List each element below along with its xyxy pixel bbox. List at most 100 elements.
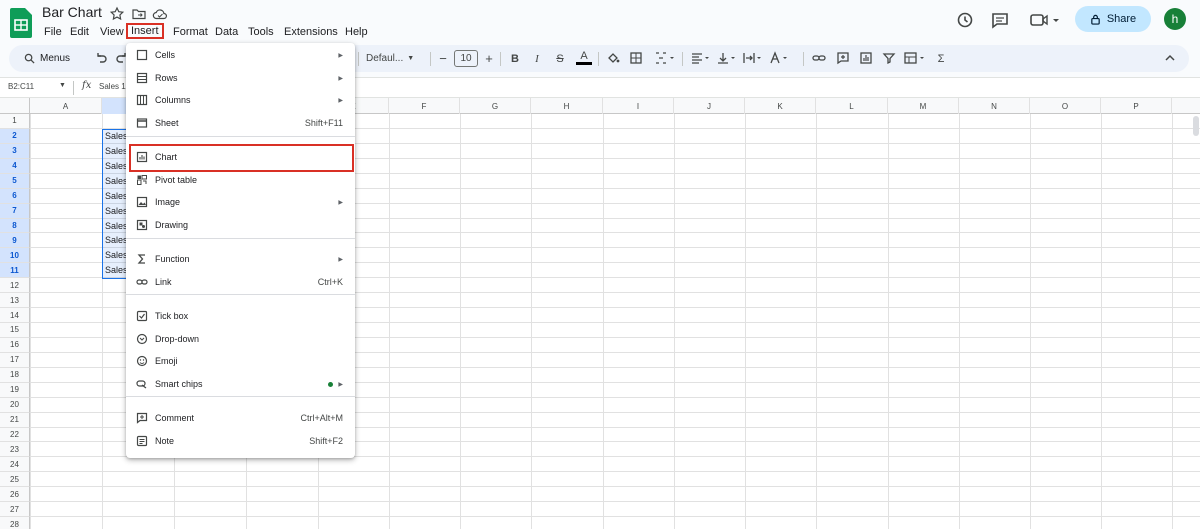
share-button[interactable]: Share [1075, 6, 1151, 32]
row-header-11[interactable]: 11 [0, 263, 30, 279]
column-header-f[interactable]: F [389, 98, 460, 114]
row-header-18[interactable]: 18 [0, 367, 30, 383]
row-header-4[interactable]: 4 [0, 158, 30, 174]
name-box-caret-icon[interactable]: ▼ [59, 82, 66, 89]
row-header-24[interactable]: 24 [0, 457, 30, 473]
column-header-n[interactable]: N [959, 98, 1030, 114]
row-header-15[interactable]: 15 [0, 323, 30, 338]
undo-icon[interactable] [93, 50, 109, 66]
menu-insert[interactable]: Insert [126, 23, 164, 39]
insert-menu-item-cells[interactable]: Cells ▶ [126, 44, 355, 66]
row-header-5[interactable]: 5 [0, 173, 30, 189]
cell-b4[interactable]: Sales [105, 161, 128, 171]
column-header-k[interactable]: K [745, 98, 816, 114]
text-color-icon[interactable]: A [576, 50, 592, 65]
insert-comment-icon[interactable] [835, 50, 851, 66]
insert-menu-item-note[interactable]: Note Shift+F2 [126, 430, 355, 452]
row-header-21[interactable]: 21 [0, 412, 30, 428]
vertical-align-icon[interactable] [715, 50, 737, 66]
row-header-17[interactable]: 17 [0, 352, 30, 368]
insert-menu-item-drawing[interactable]: Drawing [126, 214, 355, 236]
move-folder-icon[interactable] [131, 6, 147, 22]
merge-cells-icon[interactable] [653, 50, 675, 66]
borders-icon[interactable] [628, 50, 644, 66]
comments-icon[interactable] [989, 9, 1011, 31]
italic-icon[interactable]: I [530, 50, 544, 67]
cell-b2[interactable]: Sales [105, 131, 128, 141]
row-header-3[interactable]: 3 [0, 143, 30, 159]
cell-b8[interactable]: Sales [105, 221, 128, 231]
column-header-o[interactable]: O [1030, 98, 1101, 114]
column-header-l[interactable]: L [816, 98, 888, 114]
row-header-27[interactable]: 27 [0, 502, 30, 518]
version-history-icon[interactable] [954, 9, 976, 31]
column-header-i[interactable]: I [603, 98, 674, 114]
cell-b10[interactable]: Sales [105, 250, 128, 260]
cell-b6[interactable]: Sales [105, 191, 128, 201]
insert-link-icon[interactable] [811, 50, 827, 66]
cell-b5[interactable]: Sales [105, 176, 128, 186]
row-header-14[interactable]: 14 [0, 308, 30, 323]
sheets-logo-icon[interactable] [10, 8, 32, 38]
insert-menu-item-emoji[interactable]: Emoji [126, 350, 355, 372]
column-header-h[interactable]: H [531, 98, 603, 114]
column-header-a[interactable]: A [30, 98, 102, 114]
cell-b9[interactable]: Sales [105, 235, 128, 245]
column-header-j[interactable]: J [674, 98, 745, 114]
row-header-25[interactable]: 25 [0, 472, 30, 488]
insert-menu-item-rows[interactable]: Rows ▶ [126, 67, 355, 89]
insert-menu-item-tick-box[interactable]: Tick box [126, 305, 355, 327]
menu-format[interactable]: Format [171, 24, 210, 40]
row-header-22[interactable]: 22 [0, 427, 30, 443]
menu-view[interactable]: View [98, 24, 126, 40]
formula-input[interactable]: Sales 1 [99, 82, 126, 91]
insert-menu-item-drop-down[interactable]: Drop-down [126, 328, 355, 350]
row-header-2[interactable]: 2 [0, 128, 30, 144]
text-rotation-icon[interactable] [767, 50, 789, 66]
filter-icon[interactable] [881, 50, 897, 66]
insert-menu-item-link[interactable]: Link Ctrl+K [126, 271, 355, 293]
row-header-20[interactable]: 20 [0, 397, 30, 413]
column-header-m[interactable]: M [888, 98, 959, 114]
menu-extensions[interactable]: Extensions [282, 24, 340, 40]
horizontal-align-icon[interactable] [689, 50, 711, 66]
menu-file[interactable]: File [42, 24, 64, 40]
collapse-toolbar-chevron-icon[interactable] [1162, 50, 1178, 66]
row-header-12[interactable]: 12 [0, 278, 30, 294]
insert-menu-item-image[interactable]: Image ▶ [126, 191, 355, 213]
account-avatar[interactable]: h [1164, 8, 1186, 30]
insert-menu-item-smart-chips[interactable]: Smart chips ▶ [126, 373, 355, 395]
column-header-g[interactable]: G [460, 98, 531, 114]
insert-chart-icon[interactable] [858, 50, 874, 66]
cell-b11[interactable]: Sales [105, 265, 128, 275]
filter-views-icon[interactable] [903, 50, 927, 66]
menu-tools[interactable]: Tools [246, 24, 276, 40]
insert-menu-item-function[interactable]: Function ▶ [126, 248, 355, 270]
select-all-corner[interactable] [0, 98, 30, 114]
bold-icon[interactable]: B [508, 50, 522, 67]
functions-sigma-icon[interactable]: Σ [934, 50, 948, 67]
menus-search[interactable]: Menus [14, 49, 88, 68]
cell-b3[interactable]: Sales [105, 146, 128, 156]
insert-menu-item-pivot-table[interactable]: Pivot table [126, 169, 355, 191]
row-header-16[interactable]: 16 [0, 337, 30, 353]
star-icon[interactable] [109, 6, 125, 22]
row-header-6[interactable]: 6 [0, 188, 30, 204]
font-family-select[interactable]: Defaul... ▼ [366, 50, 424, 67]
menu-help[interactable]: Help [343, 24, 370, 40]
increase-font-size-icon[interactable]: + [483, 50, 495, 67]
decrease-font-size-icon[interactable]: − [437, 50, 449, 67]
row-header-9[interactable]: 9 [0, 233, 30, 249]
insert-menu-item-columns[interactable]: Columns ▶ [126, 89, 355, 111]
font-size-input[interactable]: 10 [454, 50, 478, 67]
fill-color-icon[interactable] [605, 50, 621, 66]
strikethrough-icon[interactable]: S [553, 50, 567, 67]
cell-b7[interactable]: Sales [105, 206, 128, 216]
insert-menu-item-comment[interactable]: Comment Ctrl+Alt+M [126, 407, 355, 429]
row-header-28[interactable]: 28 [0, 517, 30, 529]
cloud-status-icon[interactable] [152, 6, 168, 22]
menu-data[interactable]: Data [213, 24, 240, 40]
insert-menu-item-sheet[interactable]: Sheet Shift+F11 [126, 112, 355, 134]
row-header-13[interactable]: 13 [0, 293, 30, 309]
menu-edit[interactable]: Edit [68, 24, 91, 40]
